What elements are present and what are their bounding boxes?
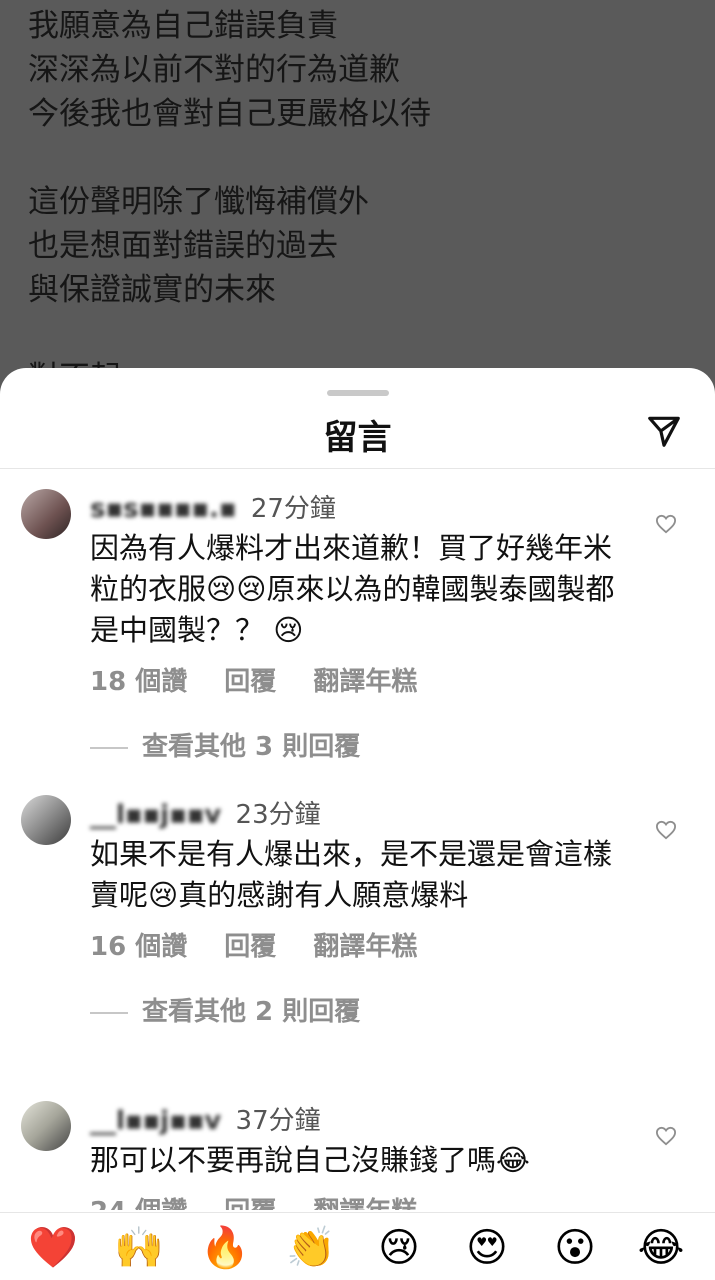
comment-time: 37分鐘: [235, 1106, 321, 1136]
fire-emoji-button[interactable]: 🔥: [200, 1223, 250, 1273]
comments-list: s▪s▪▪▪▪.▪ 27分鐘 因為有人爆料才出來道歉！買了好幾年米粒的衣服😢😢原…: [0, 468, 715, 1210]
comments-sheet: 留言 s▪s▪▪▪▪.▪ 27分鐘 因為有人爆料才出來道歉！買了好幾年米粒的衣服…: [0, 368, 715, 1280]
comment-item: s▪s▪▪▪▪.▪ 27分鐘 因為有人爆料才出來道歉！買了好幾年米粒的衣服😢😢原…: [0, 468, 715, 774]
avatar[interactable]: [21, 795, 71, 845]
heart-emoji-button[interactable]: ❤️: [28, 1223, 78, 1273]
comment-username[interactable]: __l▪▪j▪▪v: [90, 800, 221, 830]
translate-button[interactable]: 翻譯年糕: [313, 1197, 417, 1210]
post-line: 與保證誠實的未來: [28, 272, 276, 308]
post-line: 我願意為自己錯誤負責: [28, 8, 338, 44]
comment-text: 因為有人爆料才出來道歉！買了好幾年米粒的衣服😢😢原來以為的韓國製泰國製都是中國製…: [90, 531, 615, 647]
reply-divider: [90, 746, 128, 749]
comment-time: 23分鐘: [235, 800, 321, 830]
translate-button[interactable]: 翻譯年糕: [313, 667, 417, 697]
heart-icon[interactable]: [655, 1126, 677, 1146]
post-line: 今後我也會對自己更嚴格以待: [28, 96, 431, 132]
view-replies-button[interactable]: 查看其他 3 則回覆: [90, 726, 635, 763]
like-count[interactable]: 24 個讚: [90, 1197, 187, 1210]
comment-actions: 16 個讚 回覆 翻譯年糕: [90, 926, 635, 963]
comment-meta: __l▪▪j▪▪v 37分鐘: [90, 1080, 635, 1138]
avatar[interactable]: [21, 489, 71, 539]
comment-text: 那可以不要再說自己沒賺錢了嗎😂: [90, 1143, 530, 1177]
sheet-title: 留言: [323, 418, 392, 458]
comment-actions: 24 個讚 回覆 翻譯年糕: [90, 1191, 635, 1210]
laughing-emoji-button[interactable]: 😂: [636, 1223, 686, 1273]
like-count[interactable]: 18 個讚: [90, 667, 187, 697]
post-line: [28, 312, 708, 356]
comment-actions: 18 個讚 回覆 翻譯年糕: [90, 661, 635, 698]
surprised-emoji-button[interactable]: 😮: [550, 1223, 600, 1273]
comment-meta: s▪s▪▪▪▪.▪ 27分鐘: [90, 468, 635, 526]
comment-item: __l▪▪j▪▪v 37分鐘 那可以不要再說自己沒賺錢了嗎😂 24 個讚 回覆 …: [0, 1080, 715, 1210]
translate-button[interactable]: 翻譯年糕: [313, 932, 417, 962]
comment-text: 如果不是有人爆出來，是不是還是會這樣賣呢😢真的感謝有人願意爆料: [90, 837, 613, 912]
emoji-reaction-bar: ❤️ 🙌 🔥 👏 😢 😍 😮 😂: [0, 1212, 715, 1280]
post-line: 深深為以前不對的行為道歉: [28, 52, 400, 88]
clapping-emoji-button[interactable]: 👏: [286, 1223, 336, 1273]
paper-plane-icon[interactable]: [645, 412, 683, 450]
like-count[interactable]: 16 個讚: [90, 932, 187, 962]
reply-button[interactable]: 回覆: [224, 667, 276, 697]
view-replies-label: 查看其他 2 則回覆: [142, 997, 361, 1027]
heart-eyes-emoji-button[interactable]: 😍: [462, 1223, 512, 1273]
comment-time: 27分鐘: [250, 494, 336, 524]
reply-button[interactable]: 回覆: [224, 932, 276, 962]
reply-button[interactable]: 回覆: [224, 1197, 276, 1210]
background-post-text: 我願意為自己錯誤負責 深深為以前不對的行為道歉 今後我也會對自己更嚴格以待 這份…: [28, 4, 708, 400]
heart-icon[interactable]: [655, 820, 677, 840]
heart-icon[interactable]: [655, 514, 677, 534]
comment-meta: __l▪▪j▪▪v 23分鐘: [90, 774, 635, 832]
sheet-drag-handle[interactable]: [327, 390, 389, 396]
post-line: 這份聲明除了懺悔補償外: [28, 184, 369, 220]
avatar[interactable]: [21, 1101, 71, 1151]
view-replies-button[interactable]: 查看其他 2 則回覆: [90, 991, 635, 1028]
raised-hands-emoji-button[interactable]: 🙌: [114, 1223, 164, 1273]
comment-item: __l▪▪j▪▪v 23分鐘 如果不是有人爆出來，是不是還是會這樣賣呢😢真的感謝…: [0, 774, 715, 1080]
reply-divider: [90, 1011, 128, 1014]
sheet-header: 留言: [0, 398, 715, 469]
comment-username[interactable]: __l▪▪j▪▪v: [90, 1106, 221, 1136]
post-line: 也是想面對錯誤的過去: [28, 228, 338, 264]
comment-username[interactable]: s▪s▪▪▪▪.▪: [90, 494, 237, 524]
post-line: [28, 136, 708, 180]
crying-emoji-button[interactable]: 😢: [374, 1223, 424, 1273]
view-replies-label: 查看其他 3 則回覆: [142, 732, 361, 762]
